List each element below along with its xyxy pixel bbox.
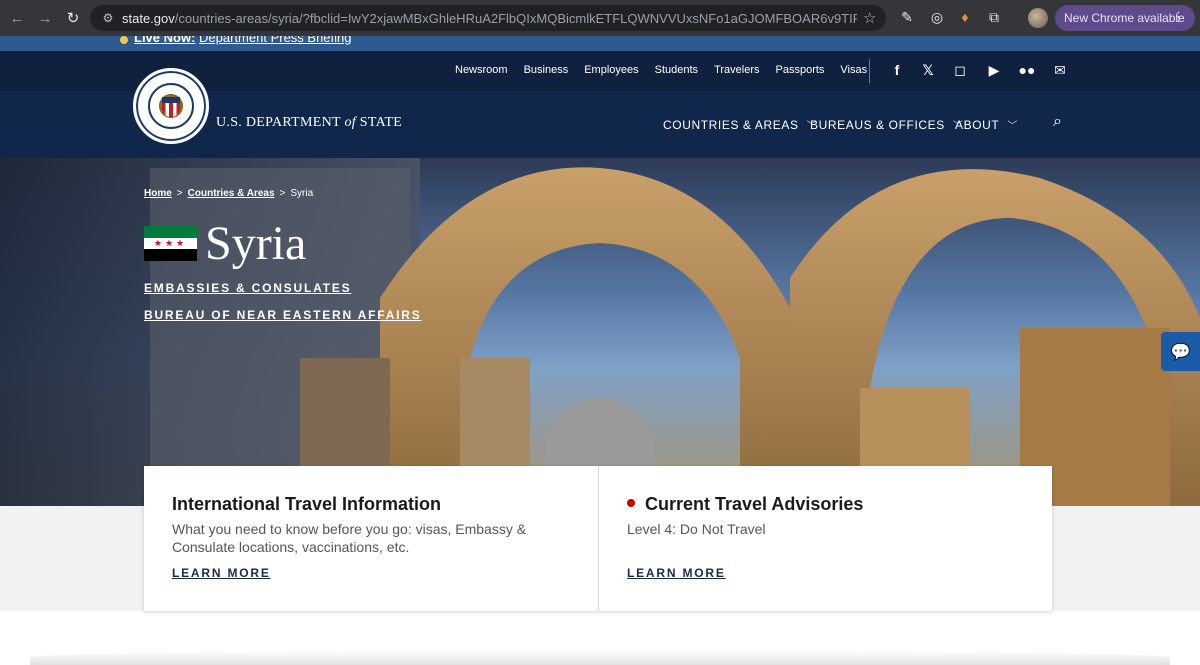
dept-suffix: STATE	[359, 115, 403, 130]
card-text: What you need to know before you go: vis…	[172, 521, 527, 555]
flag-black-stripe	[144, 249, 197, 261]
flag-stars: ★★★	[144, 237, 197, 250]
browser-toolbar: ← → ↻ ⚙ state.gov/countries-areas/syria/…	[0, 0, 1200, 36]
hero-image	[0, 158, 1200, 506]
info-cards: International Travel Information What yo…	[144, 466, 1052, 611]
syria-flag-icon: ★★★	[144, 226, 197, 261]
url-host: state.gov	[122, 10, 175, 26]
back-icon[interactable]: ←	[6, 7, 28, 29]
facebook-icon[interactable]: f	[888, 62, 906, 78]
breadcrumb-countries-areas[interactable]: Countries & Areas	[188, 188, 275, 199]
live-now-link[interactable]: Live Now: Department Press Briefing	[134, 36, 351, 45]
instagram-icon[interactable]: ◻	[951, 62, 969, 79]
email-icon[interactable]: ✉	[1051, 62, 1069, 79]
menu-label: COUNTRIES & AREAS	[663, 117, 799, 132]
target-extension-icon[interactable]: ◎	[928, 9, 946, 26]
live-text: Department Press Briefing	[199, 36, 352, 45]
divider	[869, 59, 870, 83]
update-label: New Chrome available	[1064, 11, 1185, 25]
util-link-visas[interactable]: Visas	[840, 64, 867, 76]
dept-prefix: U.S. DEPARTMENT	[216, 115, 341, 130]
site-info-icon[interactable]: ⚙	[100, 11, 116, 25]
state-department-seal-logo[interactable]	[133, 68, 209, 144]
youtube-icon[interactable]: ▶	[985, 62, 1003, 79]
address-bar[interactable]: ⚙ state.gov/countries-areas/syria/?fbcli…	[90, 5, 886, 31]
live-now-banner: Live Now: Department Press Briefing	[0, 36, 1200, 51]
util-link-newsroom[interactable]: Newsroom	[455, 64, 508, 76]
live-indicator-icon	[120, 36, 128, 44]
ruins-arches-illustration	[0, 158, 1200, 506]
chevron-down-icon: ﹀	[1007, 121, 1018, 132]
url-path: /countries-areas/syria/?fbclid=IwY2xjawM…	[174, 10, 857, 26]
search-icon[interactable]: ⌕	[1053, 113, 1062, 131]
forward-icon[interactable]: →	[34, 7, 56, 29]
live-label: Live Now:	[134, 36, 196, 45]
bookmark-star-icon[interactable]: ☆	[863, 9, 876, 27]
near-eastern-affairs-link[interactable]: BUREAU OF NEAR EASTERN AFFAIRS	[144, 308, 422, 322]
utility-links: Newsroom Business Employees Students Tra…	[455, 64, 867, 76]
flickr-icon[interactable]: ●●	[1018, 62, 1036, 78]
page-title: Syria	[205, 217, 307, 270]
util-link-students[interactable]: Students	[655, 64, 698, 76]
flag-green-stripe	[144, 226, 197, 238]
seal-shield	[162, 97, 180, 117]
dept-of: of	[344, 115, 356, 130]
menu-label: BUREAUS & OFFICES	[810, 117, 945, 132]
menu-about[interactable]: ABOUT ﹀	[955, 117, 1018, 133]
util-link-passports[interactable]: Passports	[776, 64, 825, 76]
new-chrome-available-button[interactable]: New Chrome available ⋮	[1055, 5, 1195, 31]
chat-icon[interactable]: 💬	[1161, 332, 1200, 371]
breadcrumb-separator: >	[176, 188, 183, 199]
breadcrumb-separator: >	[279, 188, 286, 199]
card-text: Level 4: Do Not Travel	[627, 521, 766, 537]
url-text[interactable]: state.gov/countries-areas/syria/?fbclid=…	[122, 11, 857, 26]
card-title: International Travel Information	[172, 494, 442, 514]
util-link-employees[interactable]: Employees	[584, 64, 638, 76]
pen-extension-icon[interactable]: ✎	[898, 9, 916, 26]
card-title: Current Travel Advisories	[645, 494, 864, 514]
breadcrumb-current: Syria	[290, 188, 314, 199]
puzzle-extensions-icon[interactable]: ⧉	[985, 9, 1003, 26]
department-name[interactable]: U.S. DEPARTMENT of STATE	[216, 115, 402, 131]
learn-more-link[interactable]: LEARN MORE	[172, 566, 271, 580]
learn-more-link[interactable]: LEARN MORE	[627, 566, 726, 580]
embassies-consulates-link[interactable]: EMBASSIES & CONSULATES	[144, 281, 351, 295]
reload-icon[interactable]: ↻	[62, 7, 84, 29]
advisory-alert-icon	[627, 499, 635, 508]
util-link-travelers[interactable]: Travelers	[714, 64, 759, 76]
breadcrumb: Home > Countries & Areas > Syria	[144, 188, 313, 199]
travel-advisory-card: Current Travel Advisories Level 4: Do No…	[598, 466, 1052, 611]
card-title-row: Current Travel Advisories	[627, 494, 1024, 515]
util-link-business[interactable]: Business	[524, 64, 569, 76]
profile-avatar[interactable]	[1028, 8, 1048, 28]
menu-countries-areas[interactable]: COUNTRIES & AREAS ﹀	[663, 117, 817, 133]
breadcrumb-home[interactable]: Home	[144, 188, 172, 199]
menu-label: ABOUT	[955, 117, 1000, 132]
x-icon[interactable]: 𝕏	[919, 62, 937, 79]
travel-info-card: International Travel Information What yo…	[144, 466, 598, 611]
flame-extension-icon[interactable]: ♦	[956, 9, 974, 25]
section-shadow	[30, 650, 1170, 665]
more-menu-icon[interactable]: ⋮	[1172, 9, 1185, 25]
menu-bureaus-offices[interactable]: BUREAUS & OFFICES ﹀	[810, 117, 964, 133]
